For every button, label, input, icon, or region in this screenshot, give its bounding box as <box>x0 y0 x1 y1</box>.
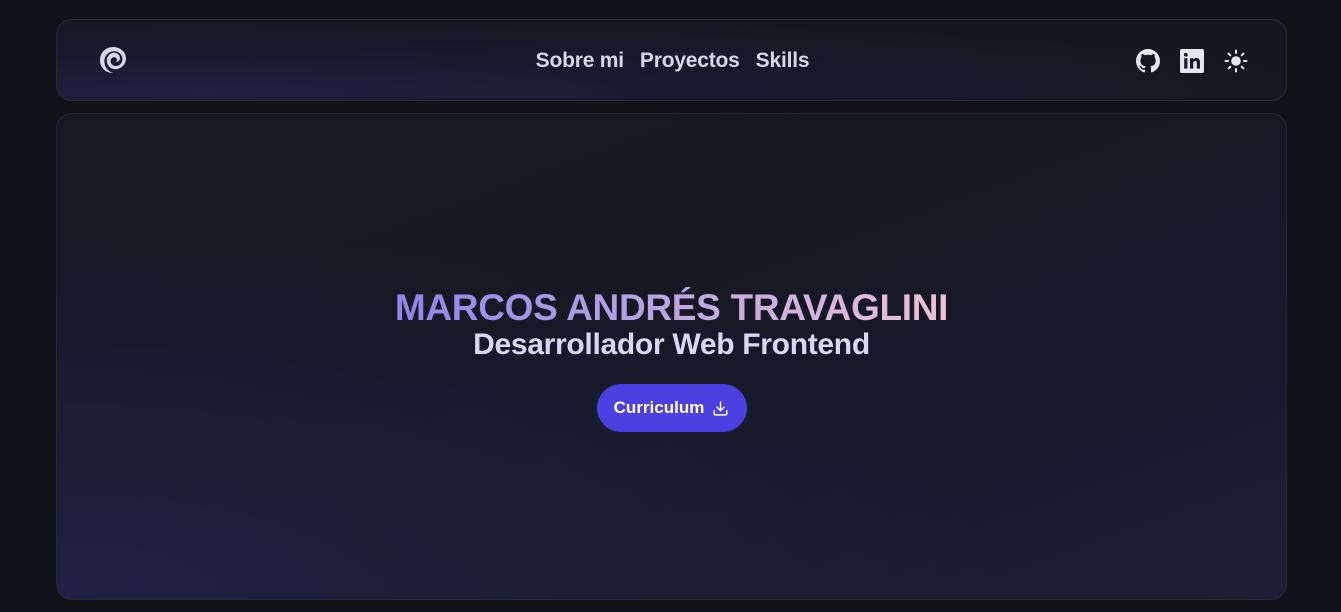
nav-link-sobre-mi[interactable]: Sobre mi <box>536 49 624 73</box>
nav-link-proyectos[interactable]: Proyectos <box>640 49 740 73</box>
curriculum-download-button[interactable]: Curriculum <box>596 384 747 432</box>
hero-section: MARCOS ANDRÉS TRAVAGLINI Desarrollador W… <box>56 113 1287 600</box>
nav-link-skills[interactable]: Skills <box>756 49 810 73</box>
sun-icon[interactable] <box>1224 49 1248 73</box>
navbar: Sobre mi Proyectos Skills <box>56 19 1287 101</box>
hero-name: MARCOS ANDRÉS TRAVAGLINI <box>394 287 949 328</box>
curriculum-button-label: Curriculum <box>613 398 705 417</box>
nav-icon-group <box>1136 20 1248 102</box>
hero-content: MARCOS ANDRÉS TRAVAGLINI Desarrollador W… <box>57 286 1286 432</box>
linkedin-icon[interactable] <box>1180 49 1204 73</box>
download-icon <box>712 400 729 417</box>
github-icon[interactable] <box>1136 49 1160 73</box>
hero-role: Desarrollador Web Frontend <box>473 328 870 361</box>
main-nav: Sobre mi Proyectos Skills <box>57 20 1286 102</box>
